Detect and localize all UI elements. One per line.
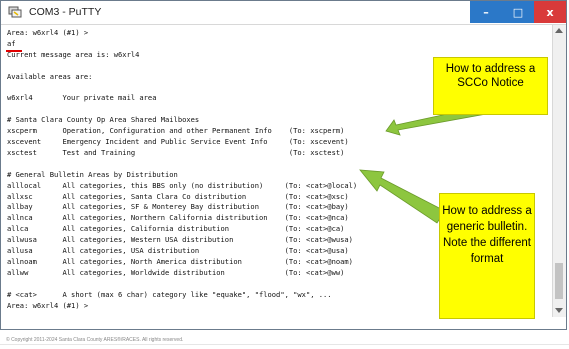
callout-generic-bulletin: How to address a generic bulletin. Note … [439, 193, 535, 319]
footer-divider [0, 344, 569, 345]
arrow-to-generic-bulletin [359, 169, 446, 224]
copyright-footer: © Copyright 2011-2024 Santa Clara County… [6, 337, 184, 343]
callout-scco-notice: How to address a SCCo Notice [433, 57, 548, 115]
